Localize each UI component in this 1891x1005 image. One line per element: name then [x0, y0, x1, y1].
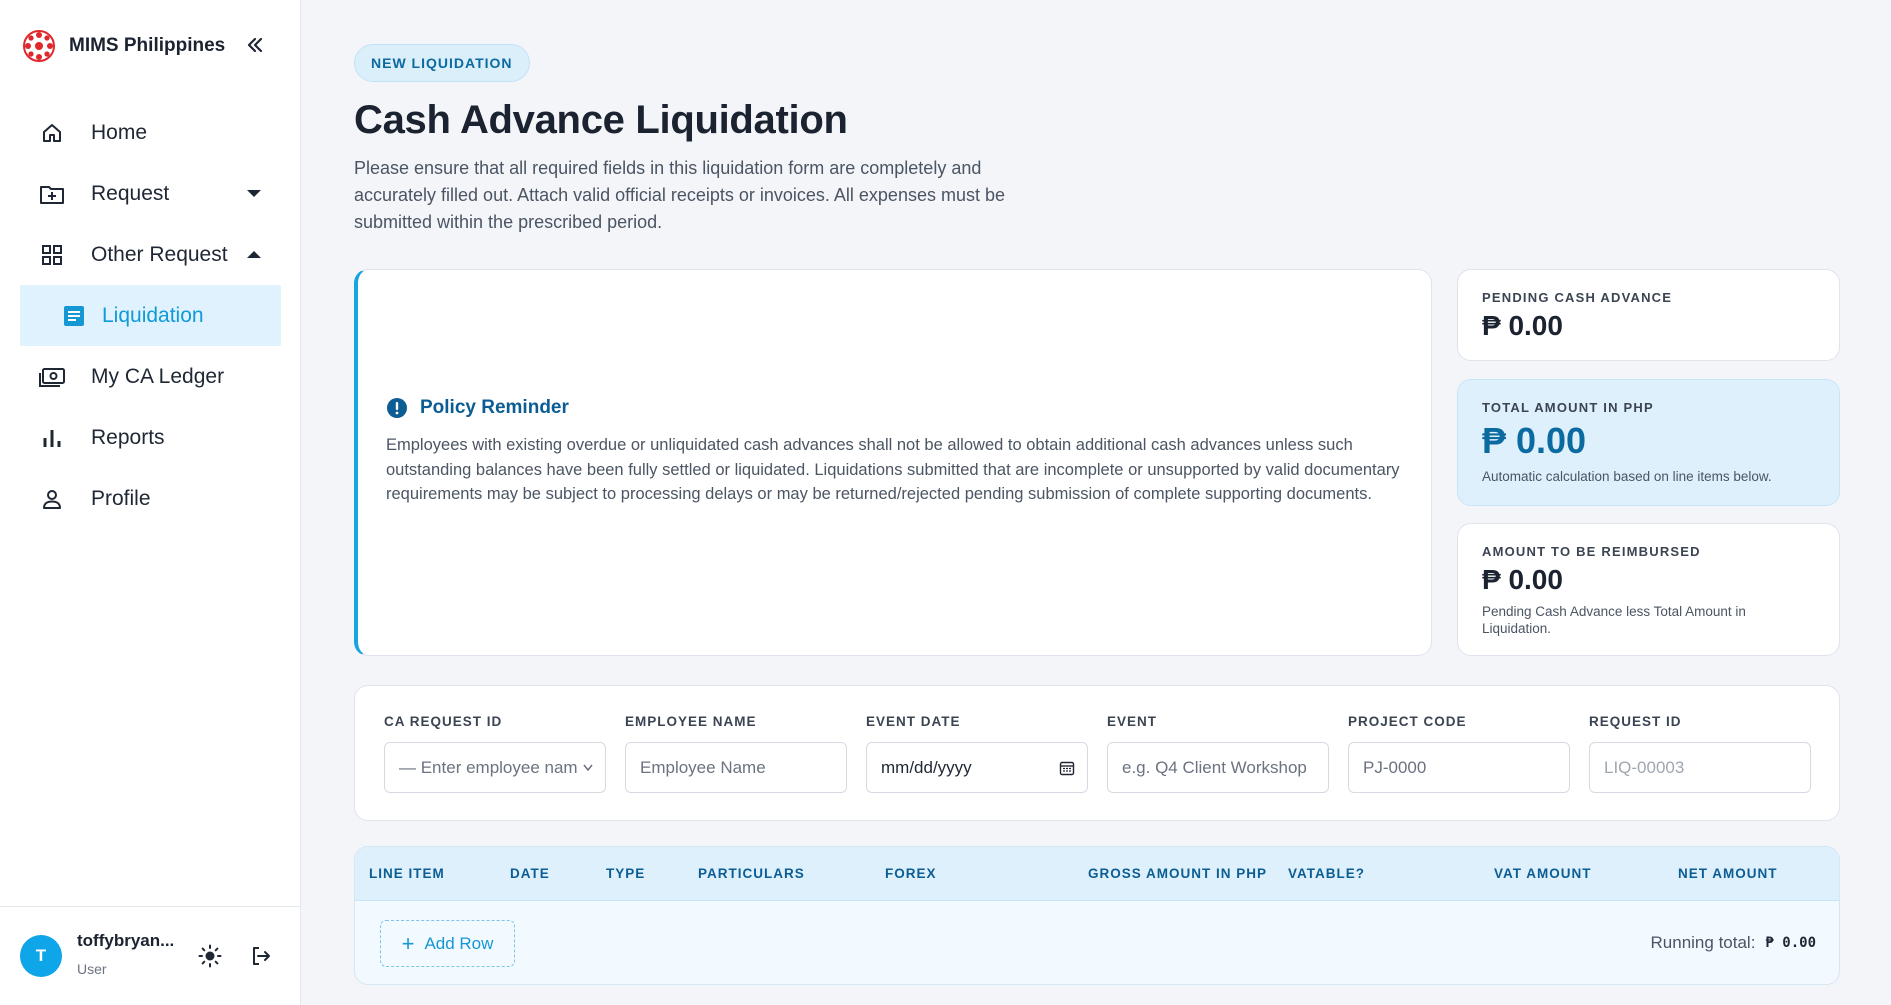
sidebar-item-request[interactable]: Request: [20, 163, 281, 224]
add-row-label: Add Row: [424, 933, 494, 953]
sidebar-item-label: Home: [91, 120, 148, 144]
policy-header: Policy Reminder: [386, 397, 569, 419]
sidebar-nav: Home Request Other Request Liquidation M…: [20, 102, 281, 529]
sidebar-item-home[interactable]: Home: [20, 102, 281, 163]
pending-cash-advance-card: PENDING CASH ADVANCE ₱ 0.00: [1457, 269, 1840, 361]
caret-up-icon: [247, 251, 261, 258]
sidebar-item-liquidation[interactable]: Liquidation: [20, 285, 281, 346]
stat-value: ₱ 0.00: [1482, 420, 1587, 461]
policy-reminder-card: Policy Reminder Employees with existing …: [354, 269, 1432, 656]
sun-icon: [198, 944, 222, 968]
column-header: VATABLE?: [1288, 866, 1365, 881]
folder-plus-icon: [38, 180, 66, 208]
policy-text: Employees with existing overdue or unliq…: [386, 436, 1400, 503]
project-code-field: PROJECT CODE PJ-0000: [1348, 714, 1570, 793]
field-label: PROJECT CODE: [1348, 714, 1467, 729]
double-chevron-left-icon: [247, 37, 263, 53]
column-header: PARTICULARS: [698, 866, 805, 881]
user-name: toffybryan...: [77, 931, 175, 950]
stat-label: PENDING CASH ADVANCE: [1482, 290, 1673, 305]
sidebar-item-label: Profile: [91, 486, 151, 510]
logout-icon: [253, 947, 270, 965]
employee-name-field: EMPLOYEE NAME Employee Name: [625, 714, 847, 793]
main-content: NEW LIQUIDATION Cash Advance Liquidation…: [301, 0, 1891, 1005]
running-total-value: ₱ 0.00: [1765, 935, 1816, 951]
ca-request-id-select[interactable]: — Enter employee nam: [384, 742, 606, 793]
page-description: Please ensure that all required fields i…: [354, 158, 1005, 232]
field-label: REQUEST ID: [1589, 714, 1682, 729]
grid-icon: [38, 241, 66, 269]
column-header: NET AMOUNT: [1678, 866, 1778, 881]
person-icon: [38, 485, 66, 513]
liquidation-details-form: CA REQUEST ID — Enter employee nam EMPLO…: [354, 685, 1840, 821]
stat-label: TOTAL AMOUNT IN PHP: [1482, 400, 1654, 415]
avatar[interactable]: T: [20, 935, 62, 977]
cash-icon: [38, 363, 66, 391]
ca-request-id-field: CA REQUEST ID — Enter employee nam: [384, 714, 606, 793]
column-header: GROSS AMOUNT IN PHP: [1088, 866, 1268, 881]
sidebar: MIMS Philippines Home Request Other Requ…: [0, 0, 301, 1005]
select-placeholder: — Enter employee nam: [399, 757, 578, 777]
field-label: EVENT DATE: [866, 714, 961, 729]
stat-value: ₱ 0.00: [1482, 564, 1563, 595]
brand-name: MIMS Philippines: [69, 35, 226, 56]
stat-note: Automatic calculation based on line item…: [1482, 469, 1772, 484]
sidebar-item-label: Request: [91, 181, 170, 205]
table-header: LINE ITEM DATE TYPE PARTICULARS FOREX GR…: [355, 847, 1839, 901]
list-icon: [60, 302, 88, 330]
home-icon: [38, 119, 66, 147]
stat-value: ₱ 0.00: [1482, 310, 1563, 341]
mims-logo-icon: [23, 30, 55, 62]
logout-button[interactable]: [246, 941, 276, 971]
sidebar-item-label: Reports: [91, 425, 165, 449]
column-header: TYPE: [606, 866, 646, 881]
chevron-down-icon: [583, 764, 593, 772]
info-alert-icon: [387, 398, 407, 418]
event-input[interactable]: e.g. Q4 Client Workshop: [1107, 742, 1329, 793]
request-id-field: REQUEST ID LIQ-00003: [1589, 714, 1811, 793]
page-badge: NEW LIQUIDATION: [354, 44, 530, 82]
column-header: LINE ITEM: [369, 866, 445, 881]
amount-reimbursed-card: AMOUNT TO BE REIMBURSED ₱ 0.00 Pending C…: [1457, 523, 1840, 656]
page-title: Cash Advance Liquidation: [354, 98, 848, 142]
employee-name-input[interactable]: Employee Name: [625, 742, 847, 793]
stat-label: AMOUNT TO BE REIMBURSED: [1482, 544, 1701, 559]
theme-toggle-button[interactable]: [195, 941, 225, 971]
add-row-button[interactable]: + Add Row: [380, 920, 515, 967]
user-role: User: [77, 961, 107, 977]
plus-icon: +: [401, 930, 415, 956]
policy-title: Policy Reminder: [420, 397, 569, 418]
sidebar-item-reports[interactable]: Reports: [20, 407, 281, 468]
field-label: CA REQUEST ID: [384, 714, 503, 729]
running-total-label: Running total:: [1650, 933, 1756, 952]
date-placeholder: mm/dd/yyyy: [881, 757, 972, 777]
collapse-sidebar-button[interactable]: [240, 30, 270, 60]
event-date-field: EVENT DATE mm/dd/yyyy: [866, 714, 1088, 793]
sidebar-item-ca-ledger[interactable]: My CA Ledger: [20, 346, 281, 407]
column-header: VAT AMOUNT: [1494, 866, 1592, 881]
sidebar-item-other-request[interactable]: Other Request: [20, 224, 281, 285]
column-header: FOREX: [885, 866, 937, 881]
column-header: DATE: [510, 866, 550, 881]
sidebar-item-label: Liquidation: [102, 303, 204, 327]
user-panel: T toffybryan... User: [0, 906, 300, 1005]
event-date-input[interactable]: mm/dd/yyyy: [866, 742, 1088, 793]
bar-chart-icon: [38, 424, 66, 452]
field-label: EVENT: [1107, 714, 1158, 729]
sidebar-item-label: My CA Ledger: [91, 364, 225, 388]
running-total: Running total: ₱ 0.00: [1651, 933, 1816, 953]
brand[interactable]: MIMS Philippines: [21, 26, 225, 66]
stat-note: Pending Cash Advance less Total Amount i…: [1482, 604, 1746, 636]
sidebar-item-label: Other Request: [91, 242, 228, 266]
field-label: EMPLOYEE NAME: [625, 714, 757, 729]
request-id-input: LIQ-00003: [1589, 742, 1811, 793]
calendar-icon[interactable]: [1059, 760, 1075, 776]
line-items-table: LINE ITEM DATE TYPE PARTICULARS FOREX GR…: [354, 846, 1840, 985]
total-amount-card: TOTAL AMOUNT IN PHP ₱ 0.00 Automatic cal…: [1457, 379, 1840, 506]
sidebar-item-profile[interactable]: Profile: [20, 468, 281, 529]
caret-down-icon: [247, 190, 261, 197]
project-code-input[interactable]: PJ-0000: [1348, 742, 1570, 793]
event-field: EVENT e.g. Q4 Client Workshop: [1107, 714, 1329, 793]
